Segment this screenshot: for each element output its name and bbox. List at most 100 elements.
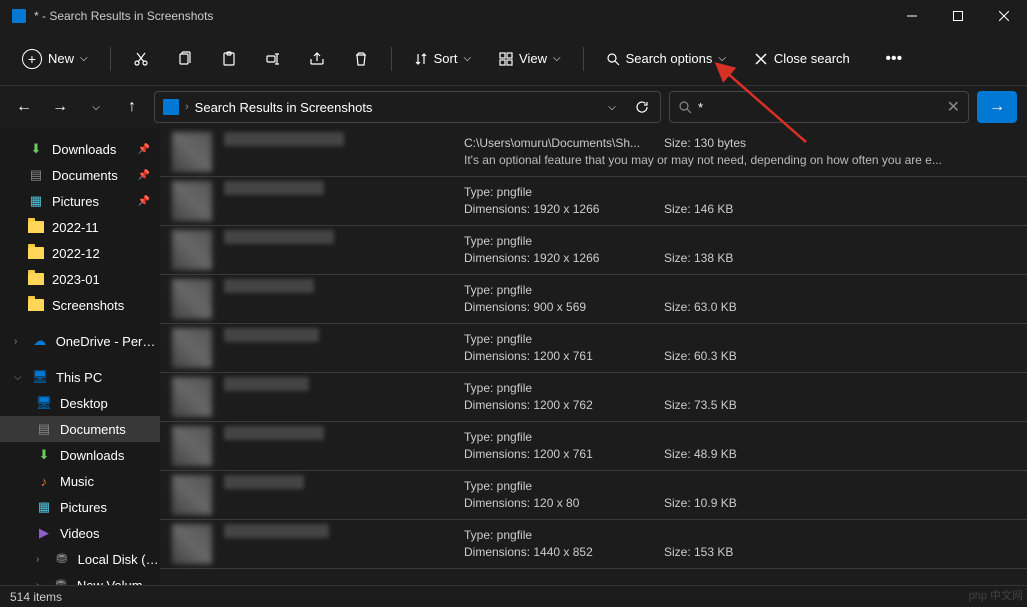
view-button[interactable]: View ⌵: [489, 45, 571, 72]
sidebar-item-label: 2022-11: [52, 220, 99, 235]
result-name: [224, 181, 464, 195]
sidebar-item[interactable]: 2023-01: [0, 266, 160, 292]
close-search-label: Close search: [774, 51, 850, 66]
result-thumbnail: [172, 132, 212, 172]
sidebar-item[interactable]: ⬇Downloads📌: [0, 136, 160, 162]
result-details: C:\Users\omuru\Documents\Sh...Size: 130 …: [464, 132, 1015, 167]
sidebar-item[interactable]: ♪Music: [0, 468, 160, 494]
result-path: C:\Users\omuru\Documents\Sh...: [464, 136, 664, 150]
sidebar-item[interactable]: Screenshots: [0, 292, 160, 318]
rename-button[interactable]: [255, 41, 291, 77]
result-thumbnail: [172, 426, 212, 466]
minimize-button[interactable]: [889, 0, 935, 32]
sort-button[interactable]: Sort ⌵: [404, 45, 481, 72]
result-row[interactable]: Type: pngfile Dimensions: 1920 x 1266Siz…: [160, 177, 1027, 226]
cut-button[interactable]: [123, 41, 159, 77]
result-dimensions: Dimensions: 900 x 569: [464, 300, 664, 314]
sidebar-item[interactable]: ▤Documents: [0, 416, 160, 442]
separator: [110, 47, 111, 71]
search-input[interactable]: [698, 100, 941, 115]
sort-icon: [414, 52, 428, 66]
copy-button[interactable]: [167, 41, 203, 77]
result-thumbnail: [172, 377, 212, 417]
search-options-button[interactable]: Search options ⌵: [596, 45, 736, 72]
result-size: Size: 63.0 KB: [664, 300, 737, 314]
sidebar-item[interactable]: ▶Videos: [0, 520, 160, 546]
result-name: [224, 132, 464, 146]
sidebar-item[interactable]: ▦Pictures: [0, 494, 160, 520]
result-details: Type: pngfile Dimensions: 1200 x 761Size…: [464, 328, 1015, 363]
sidebar-item[interactable]: ▦Pictures📌: [0, 188, 160, 214]
result-type: Type: pngfile: [464, 185, 664, 199]
chevron-down-icon: ⌵: [553, 53, 561, 64]
separator: [391, 47, 392, 71]
sidebar-item-label: OneDrive - Person: [56, 334, 160, 349]
close-search-button[interactable]: Close search: [744, 45, 860, 72]
close-icon: [754, 52, 768, 66]
sidebar-item-label: 2022-12: [52, 246, 100, 261]
maximize-button[interactable]: [935, 0, 981, 32]
sidebar-item[interactable]: ›⛃Local Disk (C:): [0, 546, 160, 572]
result-thumbnail: [172, 279, 212, 319]
sort-label: Sort: [434, 51, 458, 66]
sidebar-item[interactable]: ▤Documents📌: [0, 162, 160, 188]
result-details: Type: pngfile Dimensions: 900 x 569Size:…: [464, 279, 1015, 314]
result-details: Type: pngfile Dimensions: 120 x 80Size: …: [464, 475, 1015, 510]
sidebar-item[interactable]: 2022-11: [0, 214, 160, 240]
location-icon: [163, 99, 179, 115]
sidebar-item-label: Documents: [52, 168, 118, 183]
forward-button[interactable]: →: [46, 93, 74, 121]
clear-search-button[interactable]: ✕: [947, 97, 960, 117]
window-icon: [12, 9, 26, 23]
delete-button[interactable]: [343, 41, 379, 77]
result-dimensions: Dimensions: 1920 x 1266: [464, 251, 664, 265]
search-bar[interactable]: ✕: [669, 91, 969, 123]
sidebar-item-label: Screenshots: [52, 298, 124, 313]
result-dimensions: Dimensions: 1440 x 852: [464, 545, 664, 559]
result-row[interactable]: Type: pngfile Dimensions: 1200 x 761Size…: [160, 422, 1027, 471]
search-icon: [678, 100, 692, 114]
back-button[interactable]: ←: [10, 93, 38, 121]
sidebar-item[interactable]: ⌵🖥This PC: [0, 364, 160, 390]
result-row[interactable]: C:\Users\omuru\Documents\Sh...Size: 130 …: [160, 128, 1027, 177]
search-go-button[interactable]: →: [977, 91, 1017, 123]
result-thumbnail: [172, 475, 212, 515]
result-dimensions: Dimensions: 1200 x 761: [464, 447, 664, 461]
result-row[interactable]: Type: pngfile Dimensions: 900 x 569Size:…: [160, 275, 1027, 324]
result-name: [224, 279, 464, 293]
refresh-button[interactable]: [628, 93, 656, 121]
sidebar-item[interactable]: ›⛃New Volume (D:: [0, 572, 160, 585]
result-row[interactable]: Type: pngfile Dimensions: 1200 x 761Size…: [160, 324, 1027, 373]
result-type: Type: pngfile: [464, 479, 664, 493]
result-row[interactable]: Type: pngfile Dimensions: 120 x 80Size: …: [160, 471, 1027, 520]
result-details: Type: pngfile Dimensions: 1920 x 1266Siz…: [464, 181, 1015, 216]
sidebar-item-label: Music: [60, 474, 94, 489]
address-dropdown-button[interactable]: ⌵: [598, 93, 626, 121]
item-count: 514 items: [10, 590, 62, 604]
address-bar[interactable]: › Search Results in Screenshots ⌵: [154, 91, 661, 123]
sidebar-item-label: Desktop: [60, 396, 108, 411]
sidebar-item-label: Downloads: [60, 448, 124, 463]
result-details: Type: pngfile Dimensions: 1200 x 762Size…: [464, 377, 1015, 412]
recent-button[interactable]: ⌵: [82, 93, 110, 121]
sidebar-item[interactable]: ⬇Downloads: [0, 442, 160, 468]
result-row[interactable]: Type: pngfile Dimensions: 1200 x 762Size…: [160, 373, 1027, 422]
share-button[interactable]: [299, 41, 335, 77]
sidebar-item[interactable]: 🖥Desktop: [0, 390, 160, 416]
paste-button[interactable]: [211, 41, 247, 77]
up-button[interactable]: ↑: [118, 93, 146, 121]
result-dimensions: Dimensions: 120 x 80: [464, 496, 664, 510]
sidebar-item[interactable]: ›☁OneDrive - Person: [0, 328, 160, 354]
result-row[interactable]: Type: pngfile Dimensions: 1440 x 852Size…: [160, 520, 1027, 569]
more-button[interactable]: •••: [876, 41, 912, 77]
pin-icon: 📌: [138, 144, 150, 155]
close-button[interactable]: [981, 0, 1027, 32]
result-thumbnail: [172, 230, 212, 270]
new-button[interactable]: + New ⌵: [12, 43, 98, 75]
search-icon: [606, 52, 620, 66]
sidebar-item[interactable]: 2022-12: [0, 240, 160, 266]
sidebar-item-label: Pictures: [52, 194, 99, 209]
result-row[interactable]: Type: pngfile Dimensions: 1920 x 1266Siz…: [160, 226, 1027, 275]
result-dimensions: Dimensions: 1200 x 762: [464, 398, 664, 412]
result-size: Size: 130 bytes: [664, 136, 746, 150]
